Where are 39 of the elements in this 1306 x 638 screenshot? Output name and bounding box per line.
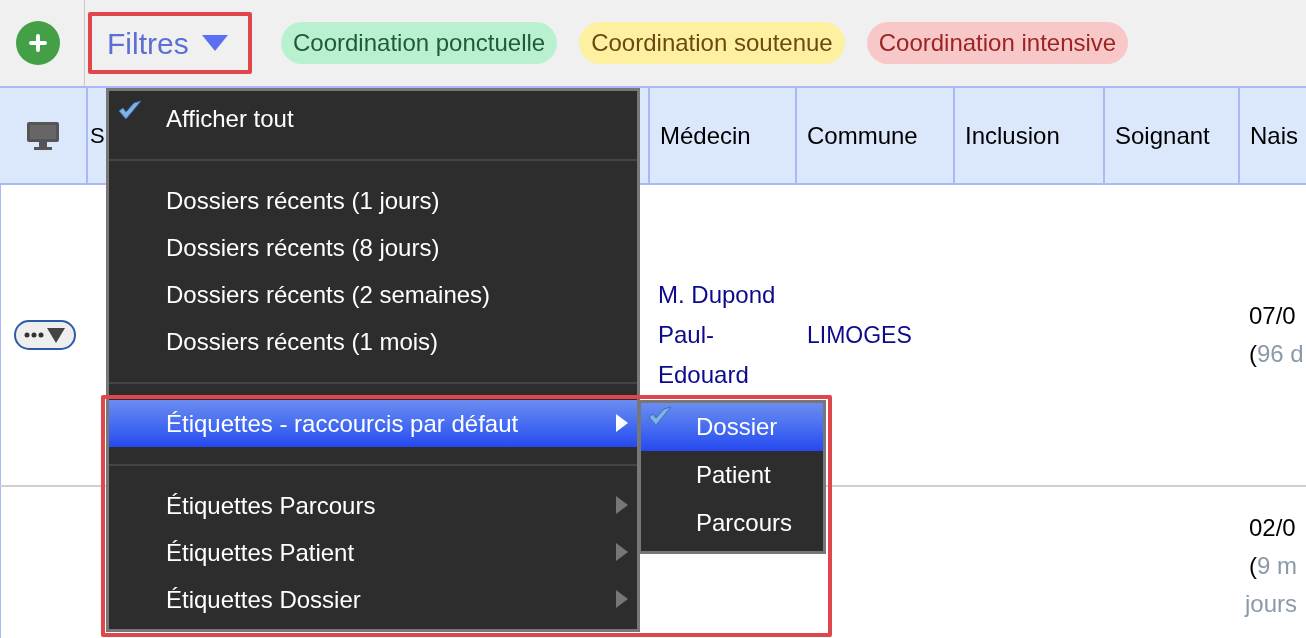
birth-date: 07/0 xyxy=(1249,301,1297,331)
age-text: 96 d xyxy=(1257,339,1304,369)
submenu-arrow-icon xyxy=(615,542,629,562)
column-header[interactable]: Inclusion xyxy=(965,117,1060,154)
menu-item[interactable]: Dossiers récents (8 jours) xyxy=(109,224,637,271)
submenu-arrow-icon xyxy=(615,589,629,609)
submenu-item[interactable]: Parcours xyxy=(641,499,823,547)
filter-button[interactable]: Filtres xyxy=(89,14,251,72)
coordination-tag[interactable]: Coordination intensive xyxy=(866,22,1129,64)
birth-date: 02/0 xyxy=(1249,513,1297,543)
row-actions-button[interactable] xyxy=(13,320,76,350)
menu-item[interactable]: Afficher tout xyxy=(109,95,637,142)
menu-item[interactable]: Dossiers récents (1 mois) xyxy=(109,318,637,365)
column-header[interactable]: Médecin xyxy=(660,117,751,154)
column-header[interactable]: Commune xyxy=(807,117,918,154)
parenthesis-text: ( xyxy=(1249,339,1257,369)
column-header[interactable]: S xyxy=(90,119,105,152)
menu-item[interactable]: Dossiers récents (2 semaines) xyxy=(109,271,637,318)
menu-item[interactable]: Étiquettes Dossier xyxy=(109,576,637,623)
column-header[interactable]: Soignant xyxy=(1115,117,1210,154)
menu-item[interactable]: Étiquettes Patient xyxy=(109,529,637,576)
monitor-icon xyxy=(26,120,60,151)
age-text: 9 m xyxy=(1257,551,1298,581)
submenu-item[interactable]: Patient xyxy=(641,451,823,499)
caret-down-icon xyxy=(200,34,229,52)
submenu-item[interactable]: Dossier xyxy=(641,403,823,451)
plus-icon xyxy=(29,34,47,52)
city-text: LIMOGES xyxy=(807,320,912,350)
menu-item[interactable]: Étiquettes - raccourcis par défaut xyxy=(109,400,637,447)
doctor-link[interactable]: M. Dupond Paul-Edouard xyxy=(658,275,791,395)
menu-item[interactable]: Dossiers récents (1 jours) xyxy=(109,177,637,224)
submenu-arrow-icon xyxy=(615,413,629,433)
age-text: jours xyxy=(1245,589,1298,619)
coordination-tag[interactable]: Coordination ponctuelle xyxy=(281,22,558,64)
submenu-arrow-icon xyxy=(615,495,629,515)
menu-item[interactable]: Étiquettes Parcours xyxy=(109,482,637,529)
coordination-tag[interactable]: Coordination soutenue xyxy=(579,22,845,64)
add-button[interactable] xyxy=(16,21,60,65)
column-header[interactable]: Nais xyxy=(1250,117,1298,154)
